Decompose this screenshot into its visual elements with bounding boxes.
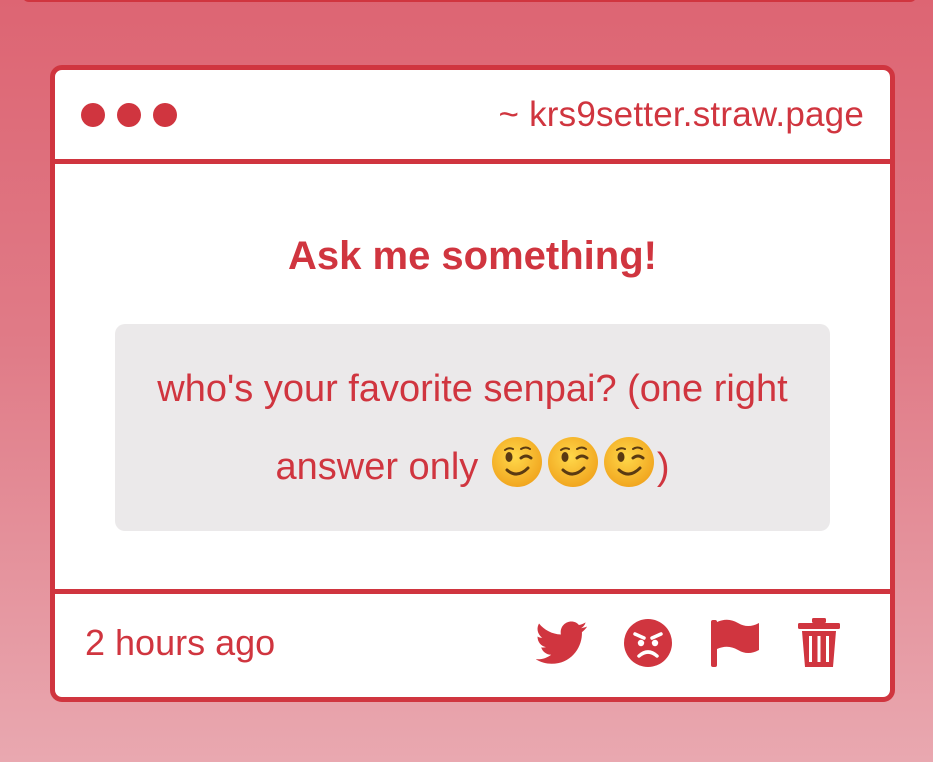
- winking-face-icon: [490, 435, 544, 489]
- action-bar: [536, 617, 842, 669]
- ask-heading: Ask me something!: [288, 234, 657, 278]
- previous-card-edge: [22, 0, 917, 2]
- card-body: Ask me something! who's your favorite se…: [55, 164, 890, 594]
- trash-icon[interactable]: [796, 617, 842, 669]
- twitter-icon[interactable]: [536, 621, 588, 665]
- flag-icon[interactable]: [708, 617, 762, 669]
- window-dot: [153, 102, 177, 127]
- winking-face-icon: [546, 435, 600, 489]
- card-header: ~ krs9setter.straw.page: [55, 70, 890, 164]
- question-text: who's your favorite senpai? (one right a…: [145, 350, 800, 506]
- question-box: who's your favorite senpai? (one right a…: [115, 324, 830, 531]
- page-url[interactable]: ~ krs9setter.straw.page: [499, 95, 865, 135]
- window-dots: [81, 102, 177, 127]
- angry-face-icon[interactable]: [622, 617, 674, 669]
- window-dot: [81, 102, 105, 127]
- window-dot: [117, 102, 141, 127]
- winking-face-icon: [602, 435, 656, 489]
- question-text-main: who's your favorite senpai? (one right a…: [157, 367, 788, 488]
- card-footer: 2 hours ago: [55, 594, 890, 692]
- question-close-paren: ): [656, 445, 670, 488]
- question-card: ~ krs9setter.straw.page Ask me something…: [50, 65, 895, 702]
- timestamp: 2 hours ago: [85, 622, 276, 663]
